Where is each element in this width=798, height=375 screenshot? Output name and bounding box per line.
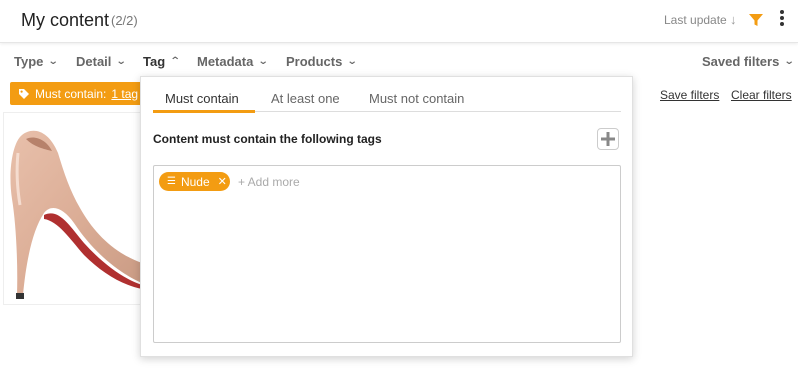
- chevron-down-icon: ⌄: [784, 56, 795, 67]
- filter-type-label: Type: [14, 54, 44, 69]
- content-card[interactable]: [3, 112, 153, 305]
- tag-input-box[interactable]: ☰ Nude ✕ + Add more: [153, 165, 621, 343]
- saved-filters-dropdown[interactable]: Saved filters ⌄: [702, 54, 795, 69]
- product-image: [10, 130, 142, 299]
- filter-type[interactable]: Type ⌄: [14, 54, 60, 69]
- more-options-icon[interactable]: [778, 10, 786, 30]
- tab-must-contain[interactable]: Must contain: [165, 91, 239, 106]
- filter-bar: Type ⌄ Detail ⌄ Tag ⌃ Metadata ⌄ Product…: [0, 50, 798, 74]
- clear-filters-link[interactable]: Clear filters: [731, 88, 792, 102]
- filter-metadata-label: Metadata: [197, 54, 254, 69]
- plus-icon: [601, 132, 615, 146]
- filter-tag-label: Tag: [143, 54, 166, 69]
- panel-heading: Content must contain the following tags: [153, 132, 382, 146]
- filter-products-label: Products: [286, 54, 343, 69]
- page-title: My content: [21, 10, 110, 30]
- filter-metadata[interactable]: Metadata ⌄: [197, 54, 270, 69]
- add-tag-button[interactable]: [597, 128, 619, 150]
- top-header: My content (2/2) Last update ↓: [0, 0, 798, 43]
- filter-icon[interactable]: [748, 12, 764, 28]
- filter-products[interactable]: Products ⌄: [286, 54, 358, 69]
- arrow-down-icon[interactable]: ↓: [730, 12, 737, 27]
- filter-tag[interactable]: Tag ⌃: [143, 54, 181, 69]
- chevron-down-icon: ⌄: [48, 56, 60, 67]
- tag-mode-tabs: Must contain At least one Must not conta…: [153, 90, 621, 113]
- filter-detail[interactable]: Detail ⌄: [76, 54, 128, 69]
- sort-label[interactable]: Last update: [664, 13, 727, 27]
- active-tab-indicator: [153, 110, 255, 113]
- tag-icon: [19, 88, 29, 99]
- tab-at-least-one[interactable]: At least one: [271, 91, 340, 106]
- active-filter-chip[interactable]: Must contain: 1 tag ×: [10, 82, 152, 105]
- chevron-up-icon: ⌃: [169, 56, 181, 67]
- chevron-down-icon: ⌄: [116, 56, 128, 67]
- remove-tag-icon[interactable]: ✕: [218, 175, 227, 188]
- chevron-down-icon: ⌄: [258, 56, 270, 67]
- save-filters-link[interactable]: Save filters: [660, 88, 719, 102]
- tab-must-not-contain[interactable]: Must not contain: [369, 91, 464, 106]
- content-count: (2/2): [111, 13, 138, 28]
- chevron-down-icon: ⌄: [347, 56, 358, 67]
- tag-chip-label: Nude: [180, 174, 210, 189]
- tag-filter-panel: Must contain At least one Must not conta…: [140, 76, 633, 357]
- drag-handle-icon[interactable]: ☰: [167, 176, 176, 187]
- add-more-input[interactable]: + Add more: [238, 175, 300, 189]
- active-filter-count[interactable]: 1 tag: [111, 87, 138, 101]
- saved-filters-label: Saved filters: [702, 54, 780, 69]
- tag-chip[interactable]: ☰ Nude ✕: [159, 172, 230, 191]
- filter-detail-label: Detail: [76, 54, 112, 69]
- active-filter-prefix: Must contain:: [35, 86, 107, 101]
